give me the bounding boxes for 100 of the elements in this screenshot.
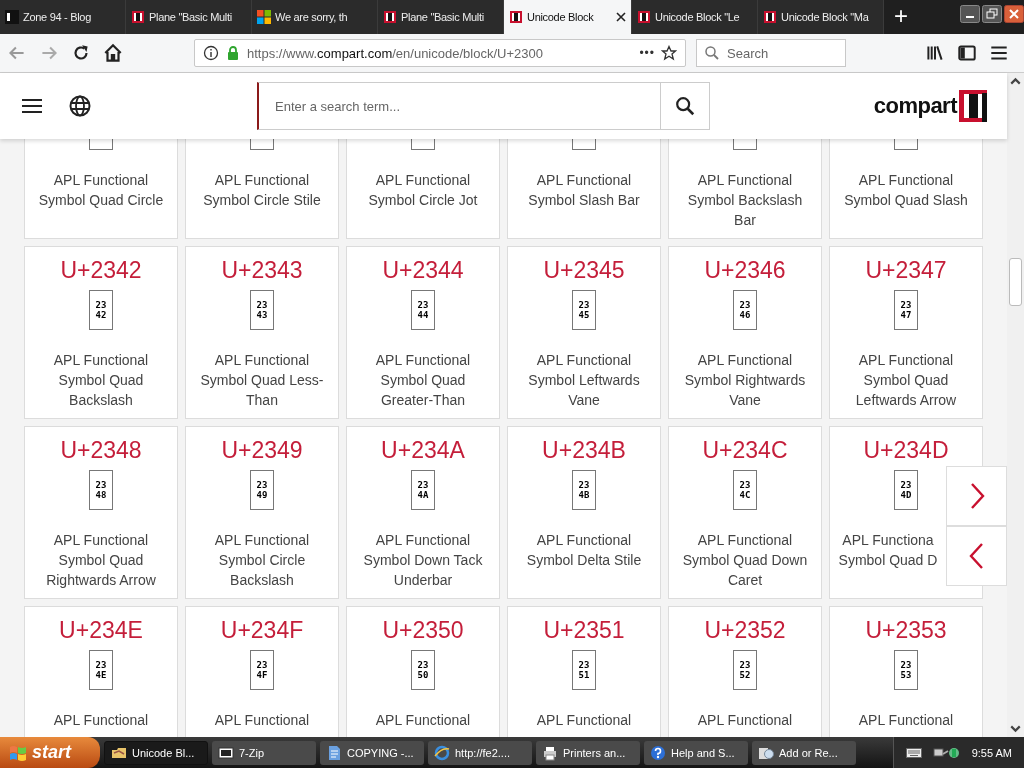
address-bar[interactable]: https://www.compart.com/en/unicode/block/U+2300 ••• bbox=[194, 39, 686, 67]
taskbar-button[interactable]: Unicode Bl... bbox=[104, 740, 208, 765]
character-name: APL Functional bbox=[52, 711, 150, 730]
character-card[interactable]: U+2346 23 46 APL Functional Symbol Rightwards Vane bbox=[668, 246, 822, 419]
character-name: APL Functional Symbol Slash Bar bbox=[527, 171, 641, 210]
start-button[interactable]: start bbox=[0, 737, 100, 768]
character-name: APL Functional bbox=[696, 711, 794, 730]
globe-icon[interactable] bbox=[68, 94, 92, 118]
sidebar-icon[interactable] bbox=[956, 42, 978, 64]
logo-text[interactable]: compart bbox=[873, 93, 957, 119]
character-card[interactable]: APL Functional Symbol Circle Jot bbox=[346, 139, 500, 239]
character-card[interactable]: U+234C 23 4C APL Functional Symbol Quad Down Caret bbox=[668, 426, 822, 599]
code-point: U+234C bbox=[702, 436, 788, 464]
character-card[interactable]: APL Functional Symbol Quad Circle bbox=[24, 139, 178, 239]
glyph-hex-text: 23 4B bbox=[578, 480, 590, 500]
glyph-hex-text: 23 45 bbox=[578, 300, 590, 320]
taskbar-button[interactable]: Printers an... bbox=[536, 740, 640, 765]
glyph-hex-text: 23 44 bbox=[417, 300, 429, 320]
browser-tab[interactable]: Unicode Block "Ma bbox=[758, 0, 884, 34]
home-icon[interactable] bbox=[102, 42, 124, 64]
taskbar-button[interactable]: COPYING -... bbox=[320, 740, 424, 765]
character-name: APL Functional bbox=[535, 711, 633, 730]
character-card[interactable]: U+2349 23 49 APL Functional Symbol Circle Backslash bbox=[185, 426, 339, 599]
taskbar-button[interactable]: 7-Zip bbox=[212, 740, 316, 765]
scrollbar[interactable] bbox=[1007, 73, 1024, 737]
search-icon bbox=[674, 95, 696, 117]
character-card[interactable]: U+2345 23 45 APL Functional Symbol Leftwards Vane bbox=[507, 246, 661, 419]
windows-flag-icon bbox=[8, 743, 28, 762]
previous-button[interactable] bbox=[946, 526, 1007, 586]
character-name: APL Functional Symbol Backslash Bar bbox=[686, 171, 804, 230]
character-card[interactable]: APL Functional Symbol Quad Slash bbox=[829, 139, 983, 239]
character-name: APL Functiona Symbol Quad D bbox=[837, 531, 939, 570]
code-point: U+2353 bbox=[865, 616, 947, 644]
compart-favicon-icon bbox=[637, 10, 651, 24]
glyph-hex-text: 23 42 bbox=[95, 300, 107, 320]
close-window-icon[interactable] bbox=[1004, 4, 1024, 24]
new-tab-button[interactable]: + bbox=[884, 0, 918, 34]
character-card[interactable]: U+234F 23 4F APL Functional bbox=[185, 606, 339, 737]
character-card[interactable]: U+2352 23 52 APL Functional bbox=[668, 606, 822, 737]
code-point: U+234B bbox=[542, 436, 626, 464]
character-card[interactable]: APL Functional Symbol Circle Stile bbox=[185, 139, 339, 239]
glyph-hex-text: 23 53 bbox=[900, 660, 912, 680]
character-name: APL Functional Symbol Leftwards Vane bbox=[527, 351, 641, 410]
character-name: APL Functional bbox=[857, 711, 955, 730]
character-card[interactable]: U+234B 23 4B APL Functional Symbol Delta Stile bbox=[507, 426, 661, 599]
character-card[interactable]: APL Functional Symbol Slash Bar bbox=[507, 139, 661, 239]
character-card[interactable]: U+2353 23 53 APL Functional bbox=[829, 606, 983, 737]
taskbar-button[interactable]: Add or Re... bbox=[752, 740, 856, 765]
glyph-hex-text: 23 50 bbox=[417, 660, 429, 680]
character-card[interactable]: U+234A 23 4A APL Functional Symbol Down Tack Underbar bbox=[346, 426, 500, 599]
bookmark-star-icon[interactable] bbox=[661, 45, 677, 61]
glyph-hex-text: 23 51 bbox=[578, 660, 590, 680]
character-name: APL Functional Symbol Circle Backslash bbox=[213, 531, 311, 590]
code-point: U+2342 bbox=[60, 256, 142, 284]
character-card[interactable]: U+2347 23 47 APL Functional Symbol Quad Leftwards Arrow bbox=[829, 246, 983, 419]
character-name: APL Functional Symbol Quad Slash bbox=[843, 171, 969, 210]
taskbar-button[interactable]: Help and S... bbox=[644, 740, 748, 765]
character-card[interactable]: U+2348 23 48 APL Functional Symbol Quad Rightwards Arrow bbox=[24, 426, 178, 599]
character-card[interactable]: U+234E 23 4E APL Functional bbox=[24, 606, 178, 737]
character-card[interactable]: U+2342 23 42 APL Functional Symbol Quad Backslash bbox=[24, 246, 178, 419]
site-search-field[interactable]: Enter a search term... bbox=[257, 82, 661, 130]
character-card[interactable]: U+2343 23 43 APL Functional Symbol Quad Less-Than bbox=[185, 246, 339, 419]
doc-icon bbox=[326, 744, 342, 761]
taskbar-button[interactable]: http://fe2.... bbox=[428, 740, 532, 765]
tab-title: Unicode Block "Le bbox=[655, 11, 741, 23]
page-actions-button[interactable]: ••• bbox=[639, 46, 655, 60]
close-icon[interactable] bbox=[616, 12, 626, 22]
code-point: U+2350 bbox=[382, 616, 464, 644]
browser-tab[interactable]: Plane "Basic Multi bbox=[126, 0, 252, 34]
info-icon[interactable] bbox=[203, 45, 219, 61]
character-name: APL Functional Symbol Quad Leftwards Arrow bbox=[854, 351, 958, 410]
search-field[interactable]: Search bbox=[696, 39, 846, 67]
code-point: U+2343 bbox=[221, 256, 303, 284]
next-button[interactable] bbox=[946, 466, 1007, 526]
browser-tab[interactable]: Zone 94 - Blog bbox=[0, 0, 126, 34]
printer-icon bbox=[542, 744, 558, 761]
keyboard-icon[interactable] bbox=[905, 746, 922, 759]
search-button[interactable] bbox=[661, 82, 710, 130]
character-name: APL Functional Symbol Quad Down Caret bbox=[681, 531, 809, 590]
code-point: U+2352 bbox=[704, 616, 786, 644]
glyph-hex-text: 23 49 bbox=[256, 480, 268, 500]
character-card[interactable]: U+2351 23 51 APL Functional bbox=[507, 606, 661, 737]
character-name: APL Functional bbox=[374, 711, 472, 730]
code-point: U+234D bbox=[863, 436, 949, 464]
compart-favicon-icon bbox=[383, 10, 397, 24]
character-card[interactable]: APL Functional Symbol Backslash Bar bbox=[668, 139, 822, 239]
scrollbar-thumb[interactable] bbox=[1009, 258, 1022, 306]
tab-title: Unicode Block "Ma bbox=[781, 11, 870, 23]
minimize-icon[interactable] bbox=[960, 4, 980, 24]
character-name: APL Functional Symbol Quad Greater-Than bbox=[374, 351, 472, 410]
character-card[interactable]: U+2344 23 44 APL Functional Symbol Quad Greater-Than bbox=[346, 246, 500, 419]
logo-mark-icon[interactable] bbox=[959, 90, 987, 122]
browser-tab[interactable]: Plane "Basic Multi bbox=[378, 0, 504, 34]
restore-icon[interactable] bbox=[982, 4, 1002, 24]
browser-tab[interactable]: Unicode Block bbox=[504, 0, 632, 34]
character-card[interactable]: U+2350 23 50 APL Functional bbox=[346, 606, 500, 737]
page-favicon-icon bbox=[5, 10, 19, 24]
tab-title: We are sorry, th bbox=[275, 11, 349, 23]
browser-tab[interactable]: Unicode Block "Le bbox=[632, 0, 758, 34]
browser-tab[interactable]: We are sorry, th bbox=[252, 0, 378, 34]
